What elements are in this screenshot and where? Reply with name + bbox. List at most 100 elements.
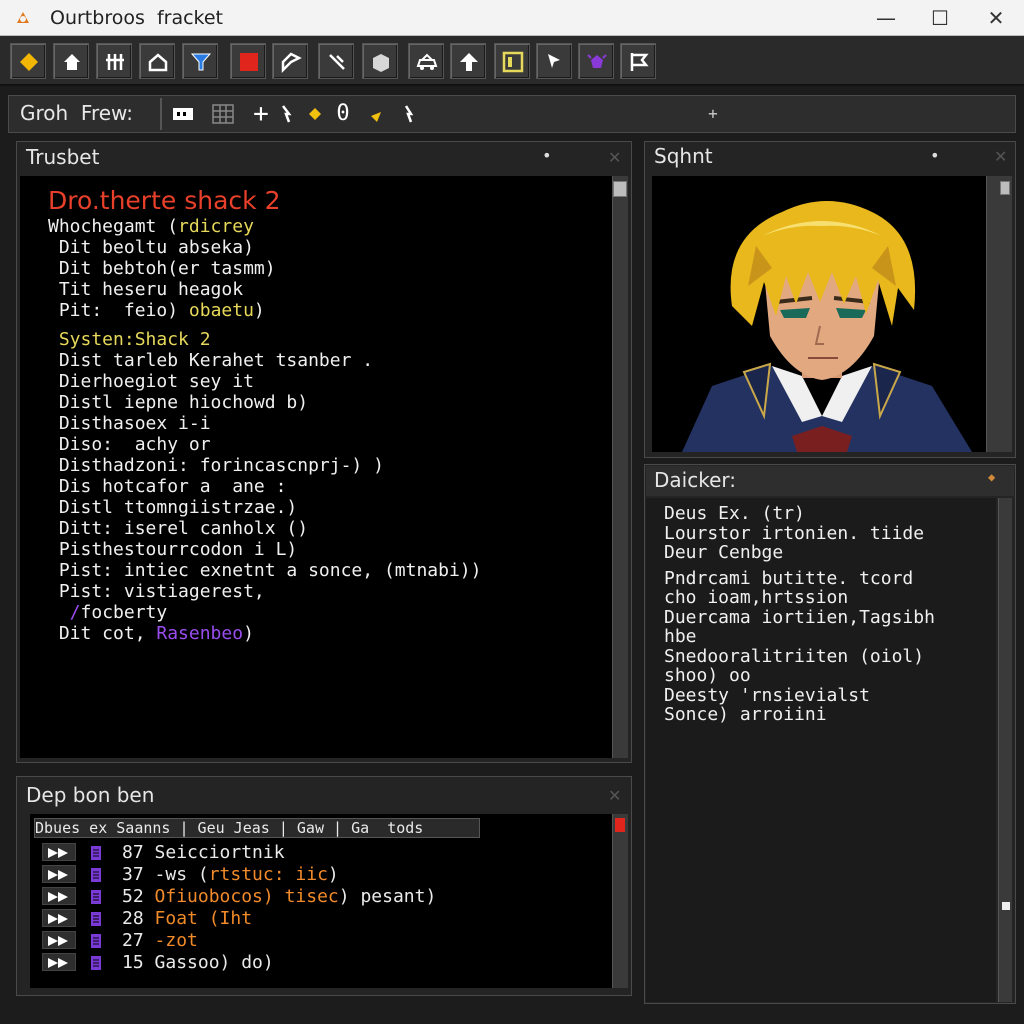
- tool-tool-button[interactable]: [96, 43, 132, 79]
- console-line: Pisthestourrcodon i L): [48, 539, 298, 560]
- daicker-menu-icon[interactable]: ◆: [988, 470, 995, 484]
- home-tool-button[interactable]: [139, 43, 175, 79]
- house-icon: [64, 54, 80, 70]
- table-row[interactable]: 87 Seicciortnik: [122, 842, 285, 863]
- row-type-icon: [90, 955, 102, 971]
- console-line: Dit bebtoh(er tasmm): [48, 258, 276, 279]
- diamond-marker-icon[interactable]: [300, 100, 330, 128]
- bug-tool-button[interactable]: [578, 43, 614, 79]
- table-row[interactable]: 37 -ws (rtstuc: iic): [122, 864, 339, 885]
- portrait-menu-dot-icon[interactable]: •: [930, 146, 940, 165]
- cube-tool-button[interactable]: [362, 43, 398, 79]
- console-line: Diso: achy or: [48, 434, 211, 455]
- flag-tool-button[interactable]: [620, 43, 656, 79]
- info-line: Deesty 'rnsievialst: [664, 684, 870, 706]
- panel-icon: [502, 51, 524, 73]
- double-arrow-icon: [48, 892, 68, 902]
- double-arrow-icon: [48, 936, 68, 946]
- info-line: Sonce) arroiini: [664, 704, 827, 725]
- daicker-scrollbar[interactable]: [998, 498, 1012, 1002]
- brush-tool-button[interactable]: [318, 43, 354, 79]
- panel-menu-dot-icon[interactable]: •: [542, 146, 552, 165]
- console-line: Tit heseru heagok: [48, 279, 244, 300]
- info-line: Pndrcami butitte. tcord: [664, 567, 914, 589]
- car-tool-button[interactable]: [408, 43, 444, 79]
- minimize-button[interactable]: —: [872, 4, 900, 32]
- table-row[interactable]: 27 -zot: [122, 930, 198, 951]
- up-arrow-tool-button[interactable]: [450, 43, 486, 79]
- cursor-tool-button[interactable]: [536, 43, 572, 79]
- console-scrollbar[interactable]: [612, 176, 628, 758]
- table-row[interactable]: 28 Foat (Iht: [122, 908, 252, 929]
- row-expand-button[interactable]: [42, 953, 76, 971]
- window-title: Ourtbroos fracket: [50, 7, 223, 29]
- row-expand-button[interactable]: [42, 909, 76, 927]
- flag-icon: [630, 53, 649, 71]
- console-line: Dist tarleb Kerahet tsanber .: [48, 350, 374, 371]
- row-expand-button[interactable]: [42, 931, 76, 949]
- console-line: Pit: feio) obaetu): [48, 300, 265, 321]
- dep-close-icon[interactable]: ✕: [608, 786, 621, 805]
- stop-tool-button[interactable]: [230, 43, 266, 79]
- row-expand-button[interactable]: [42, 865, 76, 883]
- table-row[interactable]: 15 Gassoo) do): [122, 952, 274, 973]
- pointer-alt-icon[interactable]: [394, 100, 424, 128]
- row-expand-button[interactable]: [42, 843, 76, 861]
- reset-zoom-button[interactable]: 0: [328, 100, 358, 128]
- close-button[interactable]: ✕: [982, 4, 1010, 32]
- console-line: Pist: vistiagerest,: [48, 581, 265, 602]
- daicker-scroll-thumb[interactable]: [1002, 902, 1010, 910]
- portrait-scroll-thumb[interactable]: [1000, 181, 1010, 195]
- dep-scrollbar[interactable]: [612, 814, 628, 988]
- table-row[interactable]: 52 Ofiuobocos) tisec) pesant): [122, 886, 436, 907]
- double-arrow-icon: [48, 958, 68, 968]
- row-number: 52: [122, 886, 155, 907]
- console-scroll-thumb[interactable]: [613, 181, 627, 197]
- dep-table-header[interactable]: Dbues ex Saanns | Geu Jeas | Gaw | Ga to…: [34, 818, 480, 838]
- console-line: Ditt: iserel canholx (): [48, 518, 309, 539]
- add-graph-button[interactable]: +: [698, 100, 728, 128]
- cube-icon: [373, 54, 389, 72]
- trusbet-panel-title: Trusbet: [26, 145, 100, 169]
- row-type-icon: [90, 867, 102, 883]
- dep-scroll-thumb[interactable]: [615, 818, 625, 832]
- maximize-button[interactable]: ☐: [926, 4, 954, 32]
- console-line: Distl iepne hiochowd b): [48, 392, 309, 413]
- info-line: cho ioam,hrtssion: [664, 587, 849, 608]
- portrait-scrollbar[interactable]: [986, 176, 1012, 452]
- wand-icon[interactable]: [364, 100, 394, 128]
- console-line: Disthadzoni: forincascnprj-) ): [48, 455, 384, 476]
- info-line: Deur Cenbge: [664, 542, 784, 563]
- console-lines: Dro.therte shack 2 Whochegamt (rdicrey Di…: [48, 186, 608, 644]
- console-line: Dierhoegiot sey it: [48, 371, 254, 392]
- house-tool-button[interactable]: [53, 43, 89, 79]
- row-number: 28: [122, 908, 155, 929]
- funnel-tool-button[interactable]: [182, 43, 218, 79]
- home-icon: [148, 53, 168, 72]
- diamond-tool-button[interactable]: [10, 43, 46, 79]
- sqhnt-panel-title: Sqhnt: [654, 144, 713, 168]
- app-icon: [14, 9, 32, 27]
- console-line: Distl ttomngiistrzae.): [48, 497, 298, 518]
- double-arrow-icon: [48, 914, 68, 924]
- pointer-icon[interactable]: [272, 100, 302, 128]
- brush-icon: [329, 54, 345, 70]
- row-expand-button[interactable]: [42, 887, 76, 905]
- grid-icon[interactable]: [208, 100, 238, 128]
- car-icon: [416, 53, 438, 70]
- info-line: Duercama iortiien,Tagsibh: [664, 606, 935, 628]
- tool-icon: [106, 54, 124, 70]
- daicker-panel-title: Daicker:: [654, 468, 736, 492]
- console-line: Dit beoltu abseka): [48, 237, 254, 258]
- graph-label: Groh Frew:: [20, 101, 134, 125]
- panel-tool-button[interactable]: [494, 43, 530, 79]
- console-line: Whochegamt (rdicrey: [48, 216, 254, 237]
- graph-view-icon[interactable]: [168, 100, 198, 128]
- character-portrait: [652, 176, 986, 452]
- portrait-close-icon[interactable]: ✕: [994, 147, 1007, 166]
- bug-icon: [587, 54, 607, 68]
- panel-close-icon[interactable]: ✕: [608, 148, 621, 167]
- export-tool-button[interactable]: [272, 43, 308, 79]
- double-arrow-icon: [48, 870, 68, 880]
